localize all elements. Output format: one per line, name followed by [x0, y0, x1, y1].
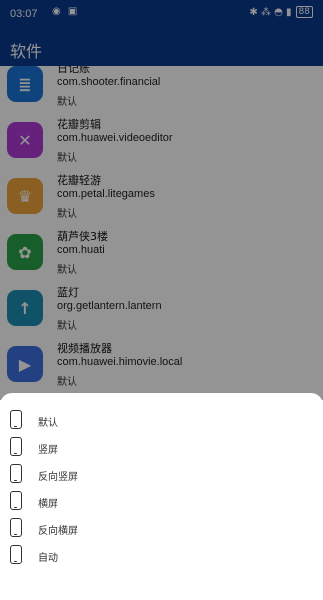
option-landscape[interactable]: 横屏	[0, 488, 323, 515]
phone-icon	[10, 437, 22, 456]
orientation-bottom-sheet: 默认 竖屏 反向竖屏 横屏 反向横屏 自动	[0, 393, 323, 600]
phone-icon	[10, 410, 22, 429]
option-label: 竖屏	[38, 445, 58, 456]
phone-icon	[10, 491, 22, 510]
phone-icon	[10, 545, 22, 564]
option-default[interactable]: 默认	[0, 407, 323, 434]
option-label: 默认	[38, 418, 58, 429]
option-label: 反向竖屏	[38, 472, 78, 483]
option-label: 反向横屏	[38, 526, 78, 537]
option-reverse-landscape[interactable]: 反向横屏	[0, 515, 323, 542]
option-portrait[interactable]: 竖屏	[0, 434, 323, 461]
option-auto[interactable]: 自动	[0, 542, 323, 569]
option-label: 自动	[38, 553, 58, 564]
option-reverse-portrait[interactable]: 反向竖屏	[0, 461, 323, 488]
phone-icon	[10, 464, 22, 483]
phone-icon	[10, 518, 22, 537]
modal-backdrop[interactable]	[0, 0, 323, 400]
option-label: 横屏	[38, 499, 58, 510]
